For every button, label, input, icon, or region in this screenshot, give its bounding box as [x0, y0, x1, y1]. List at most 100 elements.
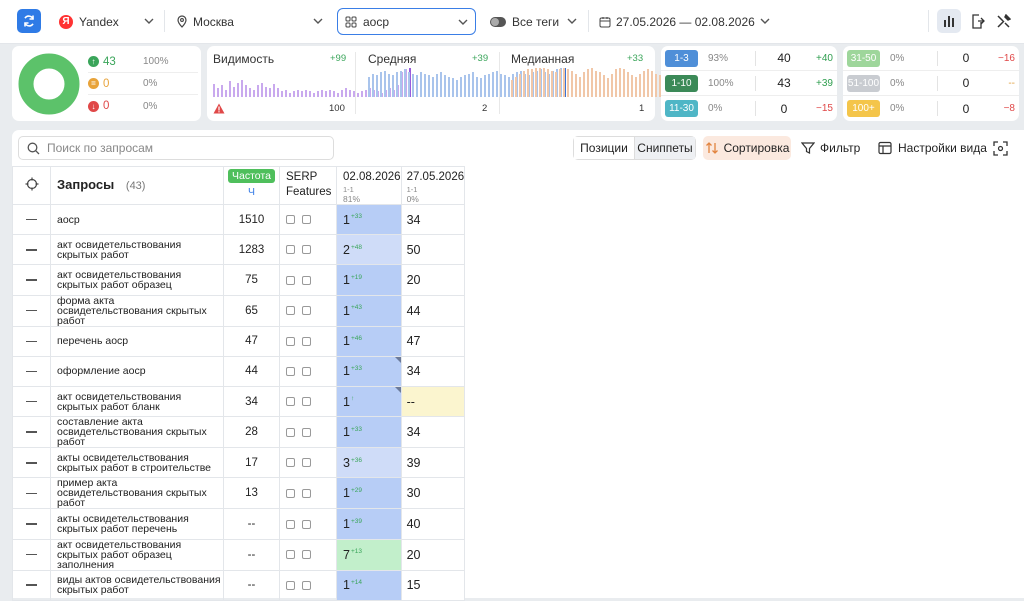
position-current[interactable]: 1+46: [336, 325, 402, 357]
fullscreen-button[interactable]: [993, 136, 1008, 160]
snippet-image-icon[interactable]: [302, 397, 311, 407]
query-text[interactable]: виды актов освидетельствования скрытых р…: [50, 569, 224, 601]
query-text[interactable]: акт освидетельствования скрытых работ об…: [50, 264, 224, 296]
position-previous[interactable]: 34: [400, 203, 466, 236]
export-button[interactable]: [965, 9, 989, 33]
position-previous[interactable]: 20: [400, 264, 466, 296]
distribution-row[interactable]: 1-3 93% 40 +40: [661, 46, 837, 71]
table-row[interactable]: перечень аоср 47 1+46 47: [12, 325, 466, 357]
query-search-input[interactable]: Поиск по запросам: [18, 136, 334, 160]
row-toggle[interactable]: [12, 447, 51, 479]
row-toggle[interactable]: [12, 203, 51, 236]
row-toggle[interactable]: [12, 508, 51, 540]
distribution-row[interactable]: 31-50 0% 0 −16: [843, 46, 1019, 71]
table-row[interactable]: оформление аоср 44 1+33 34: [12, 355, 466, 387]
table-row[interactable]: виды актов освидетельствования скрытых р…: [12, 569, 466, 601]
engine-select[interactable]: Я Yandex: [59, 8, 155, 35]
row-toggle[interactable]: [12, 294, 51, 327]
row-toggle[interactable]: [12, 264, 51, 296]
position-current[interactable]: 1+33: [336, 355, 402, 387]
table-row[interactable]: аоср 1510 1+33 34: [12, 203, 466, 236]
tools-button[interactable]: [991, 9, 1015, 33]
image-icon[interactable]: [286, 215, 295, 225]
row-toggle[interactable]: [12, 355, 51, 387]
position-current[interactable]: 1+19: [336, 264, 402, 296]
table-row[interactable]: акт освидетельствования скрытых работ бл…: [12, 385, 466, 418]
row-toggle[interactable]: [12, 325, 51, 357]
position-previous[interactable]: 34: [400, 355, 466, 387]
snippet-image-icon[interactable]: [302, 488, 311, 498]
table-row[interactable]: акт освидетельствования скрытых работ об…: [12, 538, 466, 571]
query-text[interactable]: акты освидетельствования скрытых работ п…: [50, 508, 224, 540]
sort-button[interactable]: Сортировка: [703, 136, 791, 160]
image-icon[interactable]: [286, 306, 295, 316]
table-row[interactable]: акты освидетельствования скрытых работ п…: [12, 508, 466, 540]
query-text[interactable]: перечень аоср: [50, 325, 224, 357]
query-text[interactable]: акт освидетельствования скрытых работ: [50, 234, 224, 266]
snippet-image-icon[interactable]: [302, 580, 311, 590]
row-toggle[interactable]: [12, 477, 51, 510]
frequency-column-header[interactable]: Частота Ч: [223, 166, 280, 205]
date-column-header-1[interactable]: 02.08.2026 1-1 81%: [336, 166, 402, 205]
row-toggle[interactable]: [12, 234, 51, 266]
distribution-row[interactable]: 51-100 0% 0 --: [843, 71, 1019, 96]
serp-column-header[interactable]: SERP Features: [279, 166, 337, 205]
position-current[interactable]: 1+33: [336, 203, 402, 236]
row-toggle[interactable]: [12, 416, 51, 449]
position-current[interactable]: 7+13: [336, 538, 402, 571]
snippet-image-icon[interactable]: [302, 275, 311, 285]
image-icon[interactable]: [286, 336, 295, 346]
region-select[interactable]: Москва: [176, 8, 324, 35]
position-previous[interactable]: 34: [400, 416, 466, 449]
snippet-image-icon[interactable]: [302, 366, 311, 376]
snippet-image-icon[interactable]: [302, 519, 311, 529]
image-icon[interactable]: [286, 580, 295, 590]
table-row[interactable]: составление акта освидетельствования скр…: [12, 416, 466, 449]
positions-tab[interactable]: Позиции: [574, 137, 635, 159]
position-current[interactable]: 1+14: [336, 569, 402, 601]
position-previous[interactable]: 20: [400, 538, 466, 571]
snippet-image-icon[interactable]: [302, 550, 311, 560]
query-text[interactable]: аоср: [50, 203, 224, 236]
query-text[interactable]: оформление аоср: [50, 355, 224, 387]
position-current[interactable]: 1+29: [336, 477, 402, 510]
target-column-header[interactable]: [12, 166, 51, 205]
image-icon[interactable]: [286, 275, 295, 285]
snippet-image-icon[interactable]: [302, 458, 311, 468]
position-previous[interactable]: 30: [400, 477, 466, 510]
position-previous[interactable]: 40: [400, 508, 466, 540]
distribution-row[interactable]: 11-30 0% 0 −15: [661, 96, 837, 121]
project-select[interactable]: аоср: [337, 8, 476, 35]
row-toggle[interactable]: [12, 538, 51, 571]
snippet-image-icon[interactable]: [302, 306, 311, 316]
image-icon[interactable]: [286, 366, 295, 376]
query-text[interactable]: пример акта освидетельствования скрытых …: [50, 477, 224, 510]
tags-select[interactable]: Все теги: [490, 8, 578, 35]
table-row[interactable]: форма акта освидетельствования скрытых р…: [12, 294, 466, 327]
position-previous[interactable]: 50: [400, 234, 466, 266]
distribution-row[interactable]: 100+ 0% 0 −8: [843, 96, 1019, 121]
position-previous[interactable]: 44: [400, 294, 466, 327]
row-toggle[interactable]: [12, 569, 51, 601]
query-text[interactable]: форма акта освидетельствования скрытых р…: [50, 294, 224, 327]
position-current[interactable]: 1↑: [336, 385, 402, 418]
position-previous[interactable]: 39: [400, 447, 466, 479]
image-icon[interactable]: [286, 488, 295, 498]
position-current[interactable]: 1+33: [336, 416, 402, 449]
snippets-tab[interactable]: Сниппеты: [635, 137, 695, 159]
refresh-button[interactable]: [17, 9, 41, 33]
query-text[interactable]: акт освидетельствования скрытых работ об…: [50, 538, 224, 571]
image-icon[interactable]: [286, 550, 295, 560]
query-text[interactable]: акт освидетельствования скрытых работ бл…: [50, 385, 224, 418]
distribution-row[interactable]: 1-10 100% 43 +39: [661, 71, 837, 96]
snippet-image-icon[interactable]: [302, 245, 311, 255]
image-icon[interactable]: [286, 397, 295, 407]
snippet-image-icon[interactable]: [302, 427, 311, 437]
position-current[interactable]: 1+39: [336, 508, 402, 540]
table-row[interactable]: акт освидетельствования скрытых работ 128…: [12, 234, 466, 266]
position-current[interactable]: 3+36: [336, 447, 402, 479]
position-current[interactable]: 1+43: [336, 294, 402, 327]
chart-view-button[interactable]: [937, 9, 961, 33]
filter-button[interactable]: Фильтр: [801, 136, 860, 160]
query-text[interactable]: составление акта освидетельствования скр…: [50, 416, 224, 449]
